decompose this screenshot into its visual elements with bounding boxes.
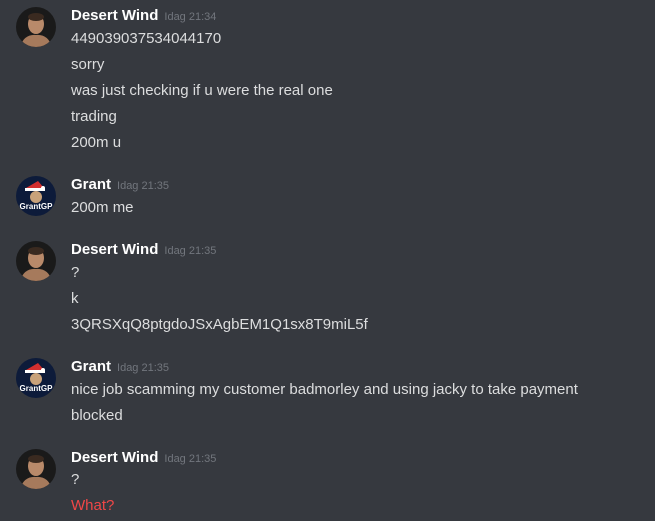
message-line: blocked [71,407,123,424]
message-line-error: What? [71,497,115,514]
message-header: Desert Wind Idag 21:35 [71,241,216,261]
message-line: trading [71,108,117,125]
message-header: Grant Idag 21:35 [71,176,169,196]
message-line: ? [71,471,80,488]
author-name[interactable]: Desert Wind [71,241,158,258]
avatar-text: GrantGP [20,384,54,393]
author-name[interactable]: Desert Wind [71,7,158,24]
author-name[interactable]: Grant [71,176,111,193]
message-timestamp: Idag 21:34 [164,11,217,23]
fighter-portrait-icon[interactable] [16,241,56,281]
message-header: Desert Wind Idag 21:35 [71,449,216,469]
message-line: ? [71,264,80,281]
message-timestamp: Idag 21:35 [117,362,170,374]
grant-logo-icon[interactable]: GrantGP [16,176,56,216]
author-name[interactable]: Grant [71,358,111,375]
message-line: nice job scamming my customer badmorley … [71,381,578,398]
fighter-portrait-icon[interactable] [16,7,56,47]
message-line: 449039037534044170 [71,30,222,47]
message-line: 200m me [71,199,134,216]
message-timestamp: Idag 21:35 [164,245,217,257]
message-line: 3QRSXqQ8ptgdoJSxAgbEM1Q1sx8T9miL5f [71,316,368,333]
message-timestamp: Idag 21:35 [117,180,170,192]
message-header: Desert Wind Idag 21:34 [71,7,216,27]
message-line: k [71,290,79,307]
avatar-text: GrantGP [20,202,54,211]
fighter-portrait-icon[interactable] [16,449,56,489]
grant-logo-icon[interactable]: GrantGP [16,358,56,398]
message-line: was just checking if u were the real one [71,82,333,99]
author-name[interactable]: Desert Wind [71,449,158,466]
message-timestamp: Idag 21:35 [164,453,217,465]
message-header: Grant Idag 21:35 [71,358,169,378]
message-line: 200m u [71,134,122,151]
message-line: sorry [71,56,105,73]
